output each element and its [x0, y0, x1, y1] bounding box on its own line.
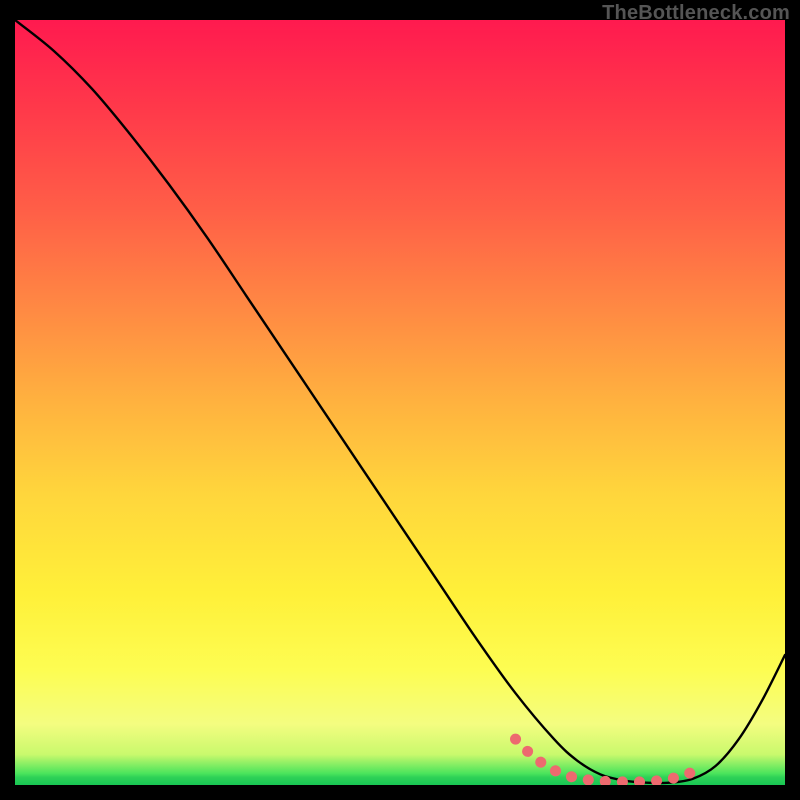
- optimal-range-dots: [516, 739, 701, 782]
- chart-container: TheBottleneck.com: [0, 0, 800, 800]
- bottleneck-curve: [15, 20, 785, 783]
- plot-area: [15, 20, 785, 785]
- chart-svg: [15, 20, 785, 785]
